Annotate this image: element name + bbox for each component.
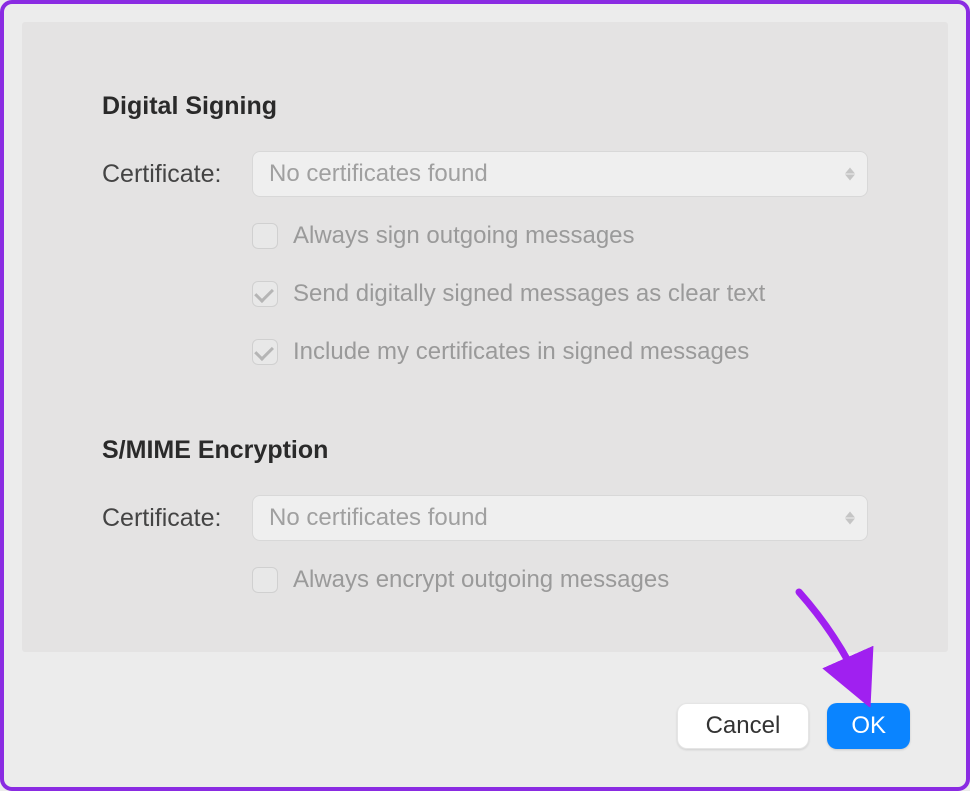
include-certs-checkbox[interactable] (252, 339, 278, 365)
smime-encryption-section: S/MIME Encryption Certificate: No certif… (102, 436, 868, 594)
signing-certificate-value: No certificates found (269, 160, 488, 188)
encryption-certificate-label: Certificate: (102, 504, 252, 533)
encryption-certificate-row: Certificate: No certificates found (102, 495, 868, 541)
dialog-buttons: Cancel OK (677, 703, 910, 749)
cancel-button[interactable]: Cancel (677, 703, 810, 749)
clear-text-checkbox[interactable] (252, 281, 278, 307)
always-encrypt-checkbox[interactable] (252, 567, 278, 593)
ok-button[interactable]: OK (827, 703, 910, 749)
always-encrypt-label: Always encrypt outgoing messages (293, 566, 669, 594)
settings-panel: Digital Signing Certificate: No certific… (22, 22, 948, 652)
clear-text-label: Send digitally signed messages as clear … (293, 280, 765, 308)
always-encrypt-row: Always encrypt outgoing messages (252, 566, 868, 594)
stepper-icon (845, 512, 855, 525)
signing-certificate-row: Certificate: No certificates found (102, 151, 868, 197)
always-sign-row: Always sign outgoing messages (252, 222, 868, 250)
signing-certificate-select[interactable]: No certificates found (252, 151, 868, 197)
signing-certificate-label: Certificate: (102, 160, 252, 189)
always-sign-label: Always sign outgoing messages (293, 222, 635, 250)
encryption-certificate-select[interactable]: No certificates found (252, 495, 868, 541)
encryption-options-group: Always encrypt outgoing messages (252, 566, 868, 594)
include-certs-row: Include my certificates in signed messag… (252, 338, 868, 366)
signing-options-group: Always sign outgoing messages Send digit… (252, 222, 868, 366)
smime-encryption-title: S/MIME Encryption (102, 436, 868, 465)
digital-signing-section: Digital Signing Certificate: No certific… (102, 92, 868, 366)
stepper-icon (845, 168, 855, 181)
include-certs-label: Include my certificates in signed messag… (293, 338, 749, 366)
digital-signing-title: Digital Signing (102, 92, 868, 121)
always-sign-checkbox[interactable] (252, 223, 278, 249)
encryption-certificate-value: No certificates found (269, 504, 488, 532)
clear-text-row: Send digitally signed messages as clear … (252, 280, 868, 308)
